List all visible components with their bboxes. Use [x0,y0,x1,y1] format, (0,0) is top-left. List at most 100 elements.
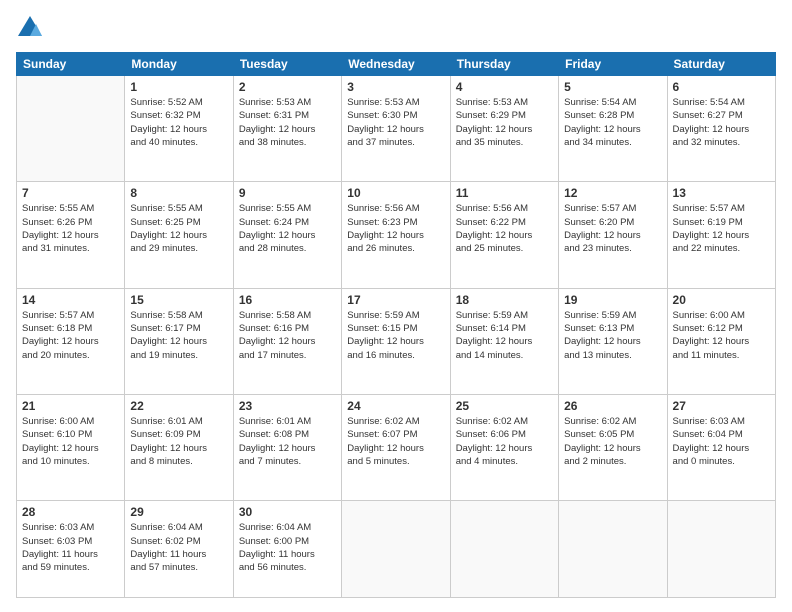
day-number: 23 [239,399,336,413]
calendar-cell: 15 Sunrise: 5:58 AMSunset: 6:17 PMDayligh… [125,288,233,394]
calendar-week: 7Sunrise: 5:55 AMSunset: 6:26 PMDaylight… [17,182,776,288]
day-number: 2 [239,80,336,94]
day-info: Sunrise: 6:01 AMSunset: 6:08 PMDaylight:… [239,415,336,468]
day-info: Sunrise: 5:52 AMSunset: 6:32 PMDaylight:… [130,96,227,149]
day-info: Sunrise: 6:04 AMSunset: 6:00 PMDaylight:… [239,521,336,574]
day-number: 24 [347,399,444,413]
day-info: Sunrise: 6:00 AMSunset: 6:10 PMDaylight:… [22,415,119,468]
calendar-cell: 22 Sunrise: 6:01 AMSunset: 6:09 PMDayligh… [125,394,233,500]
day-number: 16 [239,293,336,307]
day-number: 15 [130,293,227,307]
day-info: Sunrise: 5:58 AMSunset: 6:17 PMDaylight:… [130,309,227,362]
day-info: Sunrise: 6:02 AMSunset: 6:05 PMDaylight:… [564,415,661,468]
calendar-cell [342,501,450,598]
calendar-cell: 29Sunrise: 6:04 AMSunset: 6:02 PMDayligh… [125,501,233,598]
calendar-cell: 25 Sunrise: 6:02 AMSunset: 6:06 PMDayligh… [450,394,558,500]
day-number: 3 [347,80,444,94]
calendar-cell: 14 Sunrise: 5:57 AMSunset: 6:18 PMDayligh… [17,288,125,394]
calendar-cell [450,501,558,598]
calendar-cell: 8 Sunrise: 5:55 AMSunset: 6:25 PMDaylight… [125,182,233,288]
calendar-cell: 27 Sunrise: 6:03 AMSunset: 6:04 PMDayligh… [667,394,775,500]
day-info: Sunrise: 5:56 AMSunset: 6:22 PMDaylight:… [456,202,553,255]
weekday-header: Saturday [667,53,775,76]
day-number: 28 [22,505,119,519]
day-info: Sunrise: 5:53 AMSunset: 6:30 PMDaylight:… [347,96,444,149]
weekday-header: Tuesday [233,53,341,76]
day-number: 25 [456,399,553,413]
calendar-cell: 9Sunrise: 5:55 AMSunset: 6:24 PMDaylight… [233,182,341,288]
calendar-cell: 12Sunrise: 5:57 AMSunset: 6:20 PMDayligh… [559,182,667,288]
day-info: Sunrise: 6:00 AMSunset: 6:12 PMDaylight:… [673,309,770,362]
calendar-cell: 30Sunrise: 6:04 AMSunset: 6:00 PMDayligh… [233,501,341,598]
day-info: Sunrise: 6:01 AMSunset: 6:09 PMDaylight:… [130,415,227,468]
day-info: Sunrise: 5:56 AMSunset: 6:23 PMDaylight:… [347,202,444,255]
calendar-cell: 17 Sunrise: 5:59 AMSunset: 6:15 PMDayligh… [342,288,450,394]
day-info: Sunrise: 6:03 AMSunset: 6:04 PMDaylight:… [673,415,770,468]
calendar-week: 28Sunrise: 6:03 AMSunset: 6:03 PMDayligh… [17,501,776,598]
calendar-cell: 11 Sunrise: 5:56 AMSunset: 6:22 PMDayligh… [450,182,558,288]
day-info: Sunrise: 5:57 AMSunset: 6:20 PMDaylight:… [564,202,661,255]
day-info: Sunrise: 5:57 AMSunset: 6:19 PMDaylight:… [673,202,770,255]
calendar-cell: 26 Sunrise: 6:02 AMSunset: 6:05 PMDayligh… [559,394,667,500]
day-number: 9 [239,186,336,200]
day-number: 10 [347,186,444,200]
day-number: 13 [673,186,770,200]
day-number: 29 [130,505,227,519]
day-info: Sunrise: 5:59 AMSunset: 6:14 PMDaylight:… [456,309,553,362]
weekday-header: Wednesday [342,53,450,76]
calendar-header: SundayMondayTuesdayWednesdayThursdayFrid… [17,53,776,76]
weekday-header: Sunday [17,53,125,76]
calendar-cell: 23 Sunrise: 6:01 AMSunset: 6:08 PMDayligh… [233,394,341,500]
day-info: Sunrise: 6:02 AMSunset: 6:07 PMDaylight:… [347,415,444,468]
calendar-week: 14 Sunrise: 5:57 AMSunset: 6:18 PMDayligh… [17,288,776,394]
calendar-week: 21 Sunrise: 6:00 AMSunset: 6:10 PMDayligh… [17,394,776,500]
day-number: 5 [564,80,661,94]
day-info: Sunrise: 5:55 AMSunset: 6:25 PMDaylight:… [130,202,227,255]
day-info: Sunrise: 5:58 AMSunset: 6:16 PMDaylight:… [239,309,336,362]
calendar-cell: 1 Sunrise: 5:52 AMSunset: 6:32 PMDaylight… [125,76,233,182]
weekday-header: Monday [125,53,233,76]
day-number: 26 [564,399,661,413]
day-info: Sunrise: 5:59 AMSunset: 6:15 PMDaylight:… [347,309,444,362]
calendar-cell: 13 Sunrise: 5:57 AMSunset: 6:19 PMDayligh… [667,182,775,288]
day-number: 27 [673,399,770,413]
calendar-cell: 18 Sunrise: 5:59 AMSunset: 6:14 PMDayligh… [450,288,558,394]
calendar-cell: 7Sunrise: 5:55 AMSunset: 6:26 PMDaylight… [17,182,125,288]
day-number: 19 [564,293,661,307]
calendar-cell: 3 Sunrise: 5:53 AMSunset: 6:30 PMDaylight… [342,76,450,182]
day-info: Sunrise: 5:57 AMSunset: 6:18 PMDaylight:… [22,309,119,362]
calendar-cell: 19 Sunrise: 5:59 AMSunset: 6:13 PMDayligh… [559,288,667,394]
day-number: 11 [456,186,553,200]
day-number: 20 [673,293,770,307]
day-number: 22 [130,399,227,413]
day-info: Sunrise: 5:55 AMSunset: 6:26 PMDaylight:… [22,202,119,255]
day-info: Sunrise: 5:59 AMSunset: 6:13 PMDaylight:… [564,309,661,362]
day-number: 18 [456,293,553,307]
calendar-cell: 4Sunrise: 5:53 AMSunset: 6:29 PMDaylight… [450,76,558,182]
calendar-cell [17,76,125,182]
day-info: Sunrise: 6:02 AMSunset: 6:06 PMDaylight:… [456,415,553,468]
calendar-cell: 24 Sunrise: 6:02 AMSunset: 6:07 PMDayligh… [342,394,450,500]
day-number: 17 [347,293,444,307]
weekday-header: Friday [559,53,667,76]
calendar-cell: 21 Sunrise: 6:00 AMSunset: 6:10 PMDayligh… [17,394,125,500]
day-number: 4 [456,80,553,94]
calendar-week: 1 Sunrise: 5:52 AMSunset: 6:32 PMDaylight… [17,76,776,182]
day-info: Sunrise: 5:54 AMSunset: 6:27 PMDaylight:… [673,96,770,149]
calendar-cell: 10 Sunrise: 5:56 AMSunset: 6:23 PMDayligh… [342,182,450,288]
calendar-cell: 20 Sunrise: 6:00 AMSunset: 6:12 PMDayligh… [667,288,775,394]
calendar-cell: 28Sunrise: 6:03 AMSunset: 6:03 PMDayligh… [17,501,125,598]
logo [16,14,48,42]
day-info: Sunrise: 5:54 AMSunset: 6:28 PMDaylight:… [564,96,661,149]
day-number: 8 [130,186,227,200]
day-number: 14 [22,293,119,307]
logo-icon [16,14,44,42]
header [16,14,776,42]
day-number: 6 [673,80,770,94]
day-number: 21 [22,399,119,413]
day-number: 1 [130,80,227,94]
calendar: SundayMondayTuesdayWednesdayThursdayFrid… [16,52,776,598]
calendar-cell: 16 Sunrise: 5:58 AMSunset: 6:16 PMDayligh… [233,288,341,394]
weekday-header: Thursday [450,53,558,76]
calendar-cell [559,501,667,598]
